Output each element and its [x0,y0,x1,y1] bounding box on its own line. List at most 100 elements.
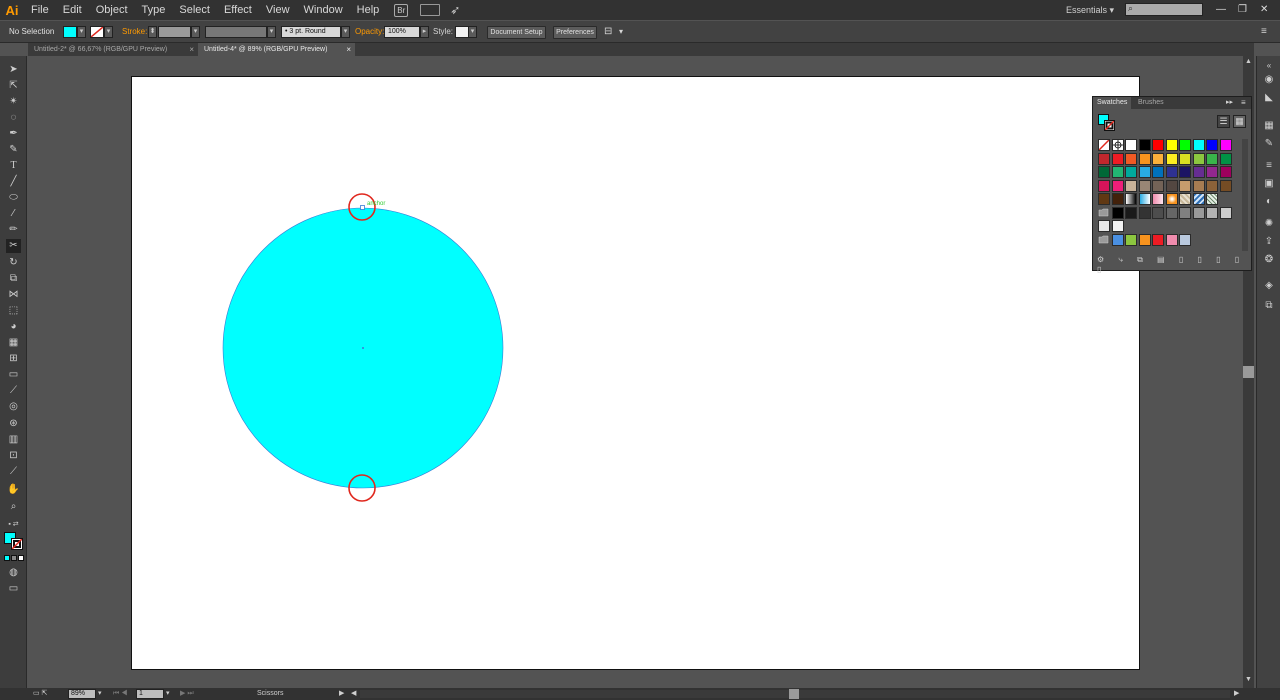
list-view-icon[interactable]: ☰ [1217,115,1230,128]
swatch[interactable] [1152,179,1164,192]
swatch[interactable] [1098,166,1110,178]
hscroll-left-icon[interactable]: ◀ [351,688,356,700]
artboard-nav-next-icon[interactable]: ▶ ⏭ [180,688,194,700]
swatch[interactable] [1165,139,1178,151]
swatch[interactable] [1125,233,1137,246]
graphic-styles-panel-icon[interactable]: ❂ [1262,254,1276,266]
hscroll-right-icon[interactable]: ▶ [1234,688,1239,700]
layers-panel-icon[interactable]: ◈ [1262,280,1276,292]
swatch[interactable] [1179,233,1191,246]
swatch[interactable] [1152,166,1164,178]
top-anchor-point[interactable] [360,205,365,210]
swatch[interactable] [1192,166,1205,178]
swatch[interactable] [1206,193,1218,205]
swatch-registration[interactable] [1111,139,1124,151]
zoom-dropdown[interactable]: ▾ [98,688,102,700]
artboard-dropdown[interactable]: ▾ [166,688,170,700]
swatch[interactable] [1111,179,1124,192]
scroll-up-icon[interactable]: ▲ [1245,58,1252,65]
swatch[interactable] [1152,206,1164,219]
artboard-number-field[interactable]: 1 [136,689,164,699]
swatch[interactable] [1192,193,1205,205]
swatch-none[interactable] [1098,139,1110,151]
swatch[interactable] [1111,166,1124,178]
swatch[interactable] [1206,206,1218,219]
swatch[interactable] [1125,166,1137,178]
swatch[interactable] [1152,193,1164,205]
swatch[interactable] [1138,233,1151,246]
swatch[interactable] [1098,179,1110,192]
swatches-panel-icon[interactable]: ▦ [1262,120,1276,132]
dock-collapse-icon[interactable]: « [1262,60,1276,72]
swatch[interactable] [1111,193,1124,205]
thumbnail-view-icon[interactable]: ▦ [1233,115,1246,128]
swatch[interactable] [1138,206,1151,219]
swatch[interactable] [1219,152,1232,165]
swatch[interactable] [1165,166,1178,178]
gradient-panel-icon[interactable]: ▣ [1262,178,1276,190]
swatch-group-folder-icon[interactable] [1098,207,1110,219]
swatch[interactable] [1192,139,1205,151]
libraries-panel-icon[interactable]: ◣ [1262,92,1276,104]
swatch[interactable] [1165,193,1178,205]
zoom-field[interactable]: 89% [68,689,96,699]
swatch[interactable] [1111,152,1124,165]
swatch[interactable] [1138,166,1151,178]
symbols-panel-icon[interactable]: ✺ [1262,218,1276,230]
swatch[interactable] [1125,152,1137,165]
swatch[interactable] [1179,139,1191,151]
swatch[interactable] [1152,233,1164,246]
swatch[interactable] [1206,179,1218,192]
tab-brushes[interactable]: Brushes [1134,97,1168,109]
swatch[interactable] [1165,206,1178,219]
status-left-icons[interactable]: ▭ ⇱ [33,688,47,700]
swatch[interactable] [1125,139,1137,151]
swatch[interactable] [1192,152,1205,165]
swatch[interactable] [1192,179,1205,192]
swatch[interactable] [1125,206,1137,219]
swatches-footer-icons[interactable]: ⚙ ⤷ ⧉ ▤ ▯ ▯ ▯ ▯ ▯ [1097,255,1251,274]
swatch[interactable] [1179,166,1191,178]
brushes-panel-icon[interactable]: ✎ [1262,138,1276,150]
swatch[interactable] [1192,206,1205,219]
swatch[interactable] [1179,179,1191,192]
swatch[interactable] [1138,193,1151,205]
appearance-panel-icon[interactable]: ◉ [1262,74,1276,86]
swatch[interactable] [1111,206,1124,219]
swatch[interactable] [1152,139,1164,151]
swatch[interactable] [1219,206,1232,219]
swatch[interactable] [1179,152,1191,165]
swatches-scrollbar[interactable] [1242,139,1248,251]
status-menu-arrow[interactable]: ▶ [339,688,344,700]
swatch[interactable] [1098,193,1110,205]
swatch[interactable] [1138,152,1151,165]
scroll-down-icon[interactable]: ▼ [1245,676,1252,683]
swatch-group-folder-icon[interactable] [1098,234,1110,246]
swatch[interactable] [1165,233,1178,246]
swatch[interactable] [1206,166,1218,178]
swatch[interactable] [1125,179,1137,192]
vertical-scroll-thumb[interactable] [1243,366,1254,378]
artboards-panel-icon[interactable]: ⧉ [1262,300,1276,312]
swatch[interactable] [1179,193,1191,205]
swatch[interactable] [1165,152,1178,165]
swatch[interactable] [1179,206,1191,219]
panel-collapse-icon[interactable]: ▸▸ [1226,97,1233,109]
swatch[interactable] [1138,179,1151,192]
panel-stroke-swatch[interactable] [1104,120,1115,131]
asset-export-panel-icon[interactable]: ⇪ [1262,236,1276,248]
swatch[interactable] [1125,193,1137,205]
swatch[interactable] [1098,220,1110,232]
tab-swatches[interactable]: Swatches [1093,97,1132,109]
swatch[interactable] [1138,139,1151,151]
swatch[interactable] [1219,166,1232,178]
swatch[interactable] [1165,179,1178,192]
swatch[interactable] [1111,233,1124,246]
swatch[interactable] [1206,152,1218,165]
panel-menu-icon[interactable]: ≡ [1241,97,1246,109]
swatch[interactable] [1152,152,1164,165]
swatch[interactable] [1098,152,1110,165]
artboard-nav-prev-icon[interactable]: ⏮ ◀ [113,688,128,700]
stroke-panel-icon[interactable]: ≡ [1262,160,1276,172]
swatch[interactable] [1206,139,1218,151]
